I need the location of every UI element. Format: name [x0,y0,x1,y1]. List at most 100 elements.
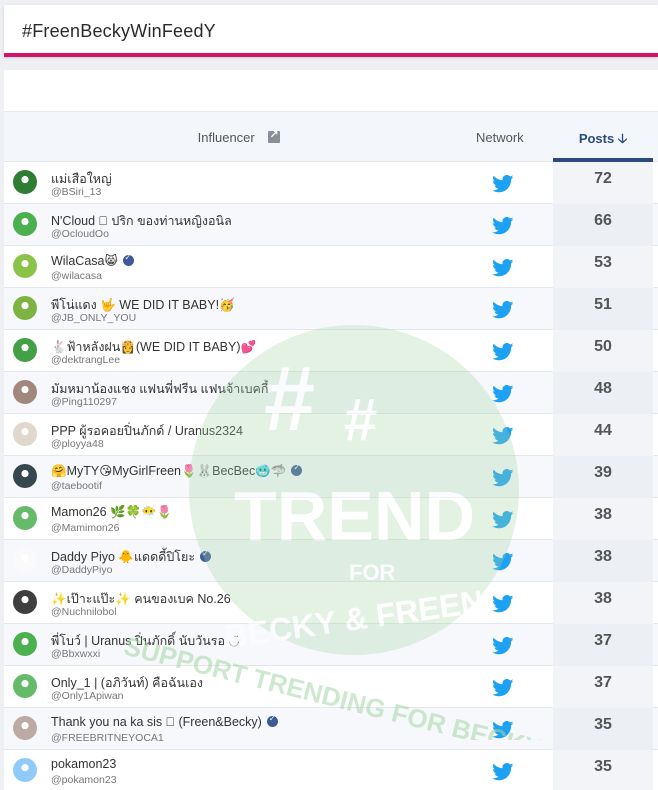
influencer-handle[interactable]: @Ping110297 [51,396,117,408]
table-row[interactable]: พีโน่แดง 🤟 WE DID IT BABY!🥳 @JB_ONLY_YOU 5… [4,288,658,330]
header-network[interactable]: Network [476,130,524,145]
influencer-name[interactable]: Thank you na ka sis 󾓥 (Freen&Becky) [51,715,278,729]
twitter-icon[interactable] [492,553,514,571]
header-influencer[interactable]: Influencer [4,128,474,145]
influencer-handle[interactable]: @ployya48 [51,438,104,450]
influencer-handle[interactable]: @taebootif [51,480,102,492]
influencer-handle[interactable]: @DaddyPiyo [51,564,112,576]
influencer-name-text[interactable]: pokamon23 [51,757,116,771]
header-posts-label: Posts [578,131,615,146]
avatar[interactable] [13,212,37,236]
twitter-icon[interactable] [492,679,514,697]
twitter-icon[interactable] [492,637,514,655]
influencer-handle[interactable]: @OcloudOo [51,228,109,240]
verified-badge-icon [266,715,278,727]
twitter-icon[interactable] [492,511,514,529]
twitter-icon[interactable] [492,175,514,193]
posts-count: 44 [553,414,653,456]
influencer-name-text[interactable]: PPP ผู้รอคอยปิ่นภักด์ / Uranus2324 [51,424,243,438]
influencer-name-text[interactable]: N'Cloud 󾓥 ปริก ของท่านหญิงอนิล [51,214,232,228]
table-row[interactable]: Only_1 | (อภิวันท์) คือฉันเอง @Only1Apiwa… [4,666,658,708]
avatar[interactable] [13,380,37,404]
header-posts[interactable]: Posts 🡣 [553,112,653,162]
influencer-handle[interactable]: @Only1Apiwan [51,690,124,702]
twitter-icon[interactable] [492,385,514,403]
table-row[interactable]: พี่โบว์ | Uranus ปิ่นภักดิ์ นับวันรอ ◡̈ @… [4,624,658,666]
search-bar[interactable]: #FreenBeckyWinFeedY [4,5,658,57]
twitter-icon[interactable] [492,721,514,739]
avatar[interactable] [13,464,37,488]
influencer-handle[interactable]: @JB_ONLY_YOU [51,312,136,324]
table-row[interactable]: Daddy Piyo 🐥แดดดี้ปิโยะ@DaddyPiyo 38 [4,540,658,582]
influencer-name-text[interactable]: พีโน่แดง 🤟 WE DID IT BABY!🥳 [51,298,235,312]
influencer-name-text[interactable]: Only_1 | (อภิวันท์) คือฉันเอง [51,676,203,690]
external-link-icon[interactable] [268,128,281,143]
influencer-name[interactable]: Mamon26 🌿🍀😶‍🌫️🌷 [51,505,172,520]
posts-count: 37 [553,666,653,708]
influencer-name[interactable]: WilaCasa😸 [51,253,134,268]
table-row[interactable]: 🤗MyTY😘MyGirlFreen🌷🐰BecBec🥶🦈 @taebootif 39 [4,456,658,498]
influencer-panel: Influencer Network Posts 🡣 แม่เสือใหญ่@B… [4,70,658,790]
influencer-handle[interactable]: @FREEBRITNEYOCA1 [51,732,164,744]
influencer-handle[interactable]: @wilacasa [51,270,102,282]
table-row[interactable]: PPP ผู้รอคอยปิ่นภักด์ / Uranus2324 @ployy… [4,414,658,456]
twitter-icon[interactable] [492,217,514,235]
table-row[interactable]: Thank you na ka sis 󾓥 (Freen&Becky) @FREE… [4,708,658,750]
avatar[interactable] [13,422,37,446]
influencer-name-text[interactable]: Thank you na ka sis 󾓥 (Freen&Becky) [51,715,262,729]
avatar[interactable] [13,632,37,656]
avatar[interactable] [13,548,37,572]
avatar[interactable] [13,674,37,698]
table-row[interactable]: Mamon26 🌿🍀😶‍🌫️🌷 @Mamimon26 38 [4,498,658,540]
posts-count: 35 [553,708,653,750]
table-row[interactable]: WilaCasa😸 @wilacasa 53 [4,246,658,288]
posts-count: 51 [553,288,653,330]
posts-count: 35 [553,750,653,790]
avatar[interactable] [13,338,37,362]
twitter-icon[interactable] [492,427,514,445]
table-row[interactable]: ✨เป๊าะแป๊ะ✨ คนของเบค No.26 @Nuchnilobol 38 [4,582,658,624]
influencer-name-text[interactable]: ✨เป๊าะแป๊ะ✨ คนของเบค No.26 [51,592,231,606]
influencer-handle[interactable]: @Mamimon26 [51,522,119,534]
influencer-handle[interactable]: @BSiri_13 [51,186,101,198]
search-query[interactable]: #FreenBeckyWinFeedY [22,21,216,42]
avatar[interactable] [13,170,37,194]
table-body: แม่เสือใหญ่ @BSiri_13 72 N'Cloud 󾓥 ปริก ของ… [4,162,658,790]
influencer-handle[interactable]: @dektrangLee [51,354,120,366]
influencer-name-text[interactable]: พี่โบว์ | Uranus ปิ่นภักดิ์ นับวันรอ ◡̈ [51,634,239,648]
posts-count: 72 [553,162,653,204]
influencer-name-text[interactable]: 🤗MyTY😘MyGirlFreen🌷🐰BecBec🥶🦈 [51,464,286,478]
twitter-icon[interactable] [492,301,514,319]
table-row[interactable]: N'Cloud 󾓥 ปริก ของท่านหญิงอนิล @OcloudOo 6… [4,204,658,246]
table-row[interactable]: มัมหมาน้องแชง แฟนพี่ฟรีน แฟนจ้าเบคกี้ @Pi… [4,372,658,414]
table-row[interactable]: pokamon23 @pokamon23 35 [4,750,658,790]
influencer-handle[interactable]: @pokamon23 [51,774,117,786]
avatar[interactable] [13,716,37,740]
influencer-name[interactable]: pokamon23 [51,757,116,771]
avatar[interactable] [13,506,37,530]
verified-badge-icon [291,463,303,476]
influencer-handle[interactable]: @Bbxwxxi [51,648,100,660]
twitter-icon[interactable] [492,343,514,361]
influencer-name-text[interactable]: แม่เสือใหญ่ [51,172,112,186]
table-row[interactable]: แม่เสือใหญ่ @BSiri_13 72 [4,162,658,204]
influencer-name-text[interactable]: Daddy Piyo 🐥แดดดี้ปิโยะ [51,550,195,564]
influencer-name-text[interactable]: 🐇ฟ้าหลังฝน👸(WE DID IT BABY)💕 [51,340,256,354]
influencer-handle[interactable]: @Nuchnilobol [51,606,117,618]
influencer-name[interactable]: 🤗MyTY😘MyGirlFreen🌷🐰BecBec🥶🦈 [51,463,303,479]
posts-count: 48 [553,372,653,414]
twitter-icon[interactable] [492,259,514,277]
avatar[interactable] [13,254,37,278]
influencer-name-text[interactable]: WilaCasa😸 [51,254,118,268]
table-row[interactable]: 🐇ฟ้าหลังฝน👸(WE DID IT BABY)💕 @dektrangLee… [4,330,658,372]
influencer-name-text[interactable]: มัมหมาน้องแชง แฟนพี่ฟรีน แฟนจ้าเบคกี้ [51,382,268,396]
twitter-icon[interactable] [492,595,514,613]
twitter-icon[interactable] [492,469,514,487]
verified-badge-icon [200,549,212,562]
avatar[interactable] [13,758,37,782]
influencer-name-text[interactable]: Mamon26 🌿🍀😶‍🌫️🌷 [51,505,172,519]
posts-count: 38 [553,540,653,582]
avatar[interactable] [13,296,37,320]
twitter-icon[interactable] [492,763,514,781]
avatar[interactable] [13,590,37,614]
